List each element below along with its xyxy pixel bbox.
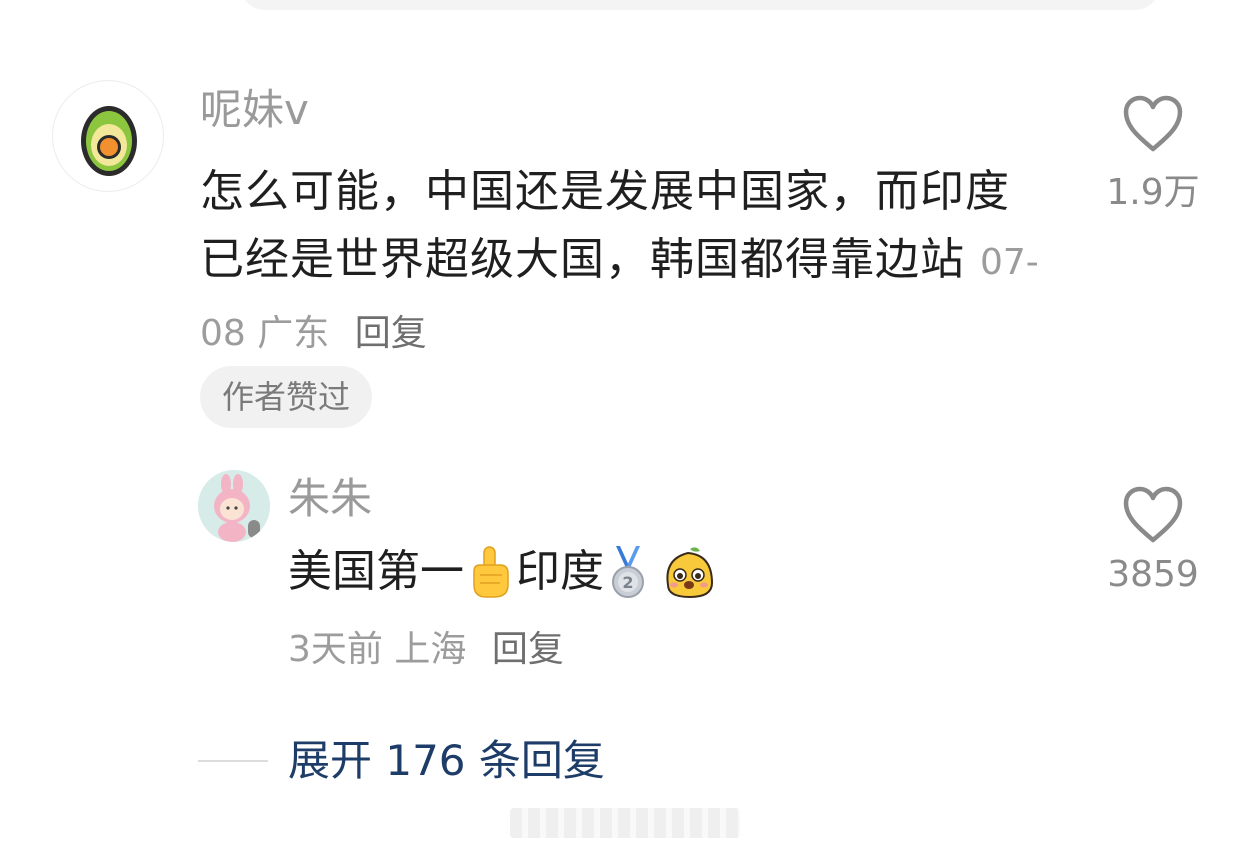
bunny-hood-avatar-icon: [198, 470, 270, 542]
reply-time: 3天前: [288, 629, 383, 670]
reply-text-part1: 美国第一: [288, 546, 464, 597]
reply-reply-button[interactable]: 回复: [492, 629, 564, 670]
divider: [198, 760, 268, 762]
silver-medal-icon: 2: [612, 546, 644, 598]
reply-meta: 3天前 上海 回复: [288, 625, 564, 675]
like-button[interactable]: 1.9万: [1083, 95, 1223, 215]
reply-text: 美国第一 印度 2: [288, 540, 720, 604]
comment-body: 怎么可能，中国还是发展中国家，而印度已经是世界超级大国，韩国都得靠边站: [200, 166, 1010, 285]
pointing-up-icon: [473, 546, 509, 598]
heart-icon: [1123, 486, 1183, 543]
reply-avatar[interactable]: [198, 470, 270, 542]
comment-username[interactable]: 呢妹v: [200, 84, 309, 136]
top-search-bar[interactable]: [240, 0, 1160, 10]
avocado-icon: [81, 106, 137, 176]
comment-location: 广东: [257, 313, 330, 354]
reply-like-button[interactable]: 3859: [1083, 486, 1223, 595]
author-liked-badge: 作者赞过: [200, 366, 373, 428]
comment-text: 怎么可能，中国还是发展中国家，而印度已经是世界超级大国，韩国都得靠边站 07-0…: [200, 158, 1050, 368]
reply-text-part2: 印度: [516, 546, 604, 597]
reply-location: 上海: [394, 629, 467, 670]
heart-icon: [1123, 95, 1183, 152]
avatar[interactable]: [52, 80, 164, 192]
reply-username[interactable]: 朱朱: [288, 473, 372, 525]
svg-text:2: 2: [622, 573, 633, 592]
reply-like-count: 3859: [1107, 554, 1199, 595]
expand-replies-button[interactable]: 展开 176 条回复: [288, 733, 605, 789]
reply-button[interactable]: 回复: [355, 313, 427, 354]
cartoon-face-icon: [666, 547, 714, 599]
like-count: 1.9万: [1106, 172, 1200, 213]
watermark: [510, 808, 740, 838]
